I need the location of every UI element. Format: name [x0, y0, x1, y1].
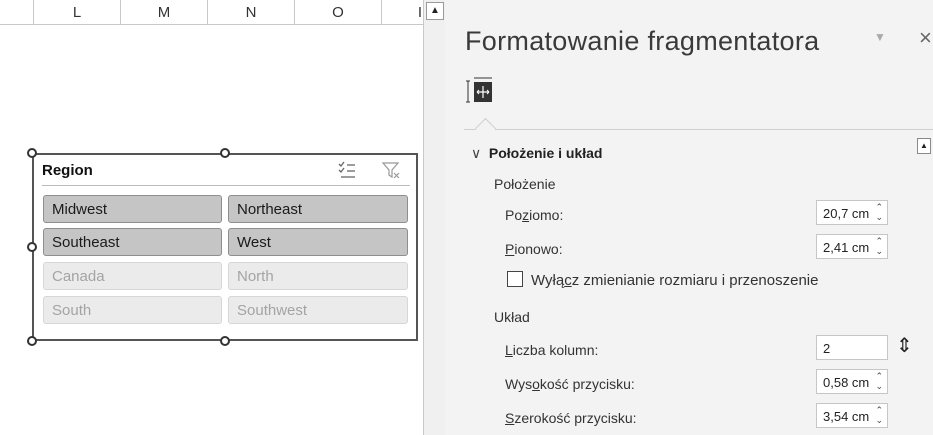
button-height-label-b: kość przycisku: [539, 376, 635, 392]
vertical-spinner[interactable]: 2,41 cm ⌃ ⌄ [816, 234, 888, 259]
columns-spinner[interactable]: 2 [816, 335, 888, 360]
slicer-item-southwest[interactable]: Southwest [228, 296, 408, 324]
vertical-label: Pionowo: [505, 241, 563, 257]
format-slicer-pane: Formatowanie fragmentatora ▼ × ▲ ∨ Położ… [445, 0, 933, 435]
checkbox-label-b: z zmienianie rozmiaru i przenoszenie [571, 272, 819, 289]
column-header-p[interactable]: I [382, 0, 423, 24]
multi-select-icon[interactable] [336, 160, 358, 182]
clear-filter-icon-glyph [381, 162, 400, 179]
slicer-item-southeast[interactable]: Southeast [43, 228, 222, 256]
active-tab-caret [474, 117, 497, 140]
button-width-label-b: zerokość przycisku: [514, 410, 637, 426]
slicer-item-northeast[interactable]: Northeast [228, 195, 408, 223]
checkbox-label-access: c [564, 272, 572, 289]
close-icon[interactable]: × [919, 25, 932, 51]
button-width-label: Szerokość przycisku: [505, 410, 637, 426]
slicer-header-divider [42, 185, 410, 186]
resize-cursor-icon: ⇕ [896, 335, 913, 357]
pane-title: Formatowanie fragmentatora [465, 26, 820, 56]
clear-filter-icon[interactable] [380, 160, 402, 182]
column-header-m[interactable]: M [121, 0, 208, 24]
spin-arrows-icon[interactable]: ⌃ ⌄ [875, 202, 883, 222]
button-height-value[interactable]: 0,58 cm [823, 375, 869, 390]
tab-divider [464, 129, 933, 130]
button-height-spinner[interactable]: 0,58 cm ⌃ ⌄ [816, 369, 888, 394]
column-header-n[interactable]: N [208, 0, 295, 24]
horizontal-label: Poziomo: [505, 207, 563, 223]
horizontal-spinner[interactable]: 20,7 cm ⌃ ⌄ [816, 200, 888, 225]
chevron-down-icon: ∨ [471, 145, 482, 161]
slicer-item-west[interactable]: West [228, 228, 408, 256]
slicer-item-midwest[interactable]: Midwest [43, 195, 222, 223]
column-header-l[interactable]: L [34, 0, 121, 24]
disable-resize-move-option[interactable]: Wyłącz zmienianie rozmiaru i przenoszeni… [507, 271, 818, 289]
button-height-label: Wysokość przycisku: [505, 376, 635, 392]
section-position-layout[interactable]: ∨ Położenie i układ [471, 145, 602, 162]
pane-scrollbar[interactable]: ▲ [917, 138, 931, 435]
spin-arrows-icon[interactable]: ⌃ ⌄ [875, 236, 883, 256]
resize-handle-left[interactable] [27, 242, 37, 252]
resize-handle-top-left[interactable] [27, 148, 37, 158]
resize-handle-bottom[interactable] [220, 336, 230, 346]
vertical-value[interactable]: 2,41 cm [823, 240, 869, 255]
resize-handle-top[interactable] [220, 148, 230, 158]
group-label-position: Położenie [494, 176, 556, 192]
region-slicer[interactable]: Region Midwest Northeast Southeast West … [27, 148, 418, 346]
scroll-up-arrow-icon[interactable]: ▲ [426, 2, 444, 20]
resize-handle-bottom-left[interactable] [27, 336, 37, 346]
slicer-item-south[interactable]: South [43, 296, 222, 324]
button-width-label-access: S [505, 410, 515, 426]
vertical-label-b: ionowo: [514, 241, 563, 257]
columns-value[interactable]: 2 [823, 341, 830, 356]
checkbox-label-a: Wyłą [531, 272, 565, 289]
slicer-item-canada[interactable]: Canada [43, 262, 222, 290]
spin-arrows-icon[interactable]: ⌃ ⌄ [875, 405, 883, 425]
vertical-scrollbar[interactable]: ▲ [423, 0, 447, 435]
horizontal-label-b: iomo: [529, 207, 564, 223]
multi-select-icon-glyph [338, 161, 355, 178]
button-height-label-a: Wys [505, 376, 533, 392]
column-divider [33, 0, 34, 24]
group-label-layout: Układ [494, 309, 530, 325]
size-properties-icon[interactable] [464, 76, 494, 106]
spin-arrows-icon[interactable]: ⌃ ⌄ [875, 371, 883, 391]
slicer-title: Region [42, 162, 93, 179]
columns-label: Liczba kolumn: [505, 342, 598, 358]
button-width-spinner[interactable]: 3,54 cm ⌃ ⌄ [816, 403, 888, 428]
column-header-o[interactable]: O [295, 0, 382, 24]
disable-resize-move-checkbox[interactable] [507, 271, 523, 287]
pane-scroll-up-icon[interactable]: ▲ [917, 138, 931, 154]
slicer-item-north[interactable]: North [228, 262, 408, 290]
size-properties-icon-glyph [466, 77, 492, 103]
section-title: Położenie i układ [488, 145, 603, 161]
pane-options-dropdown-icon[interactable]: ▼ [874, 30, 886, 44]
column-headers: L M N O I [0, 0, 423, 25]
vertical-label-access: P [505, 241, 515, 257]
columns-label-access: L [505, 342, 513, 358]
worksheet[interactable]: L M N O I Region Midwest Northeast South… [0, 0, 423, 435]
horizontal-label-a: Po [505, 207, 523, 223]
columns-label-b: iczba kolumn: [512, 342, 599, 358]
button-width-value[interactable]: 3,54 cm [823, 409, 869, 424]
horizontal-value[interactable]: 20,7 cm [823, 206, 869, 221]
button-height-label-access: o [532, 376, 540, 392]
